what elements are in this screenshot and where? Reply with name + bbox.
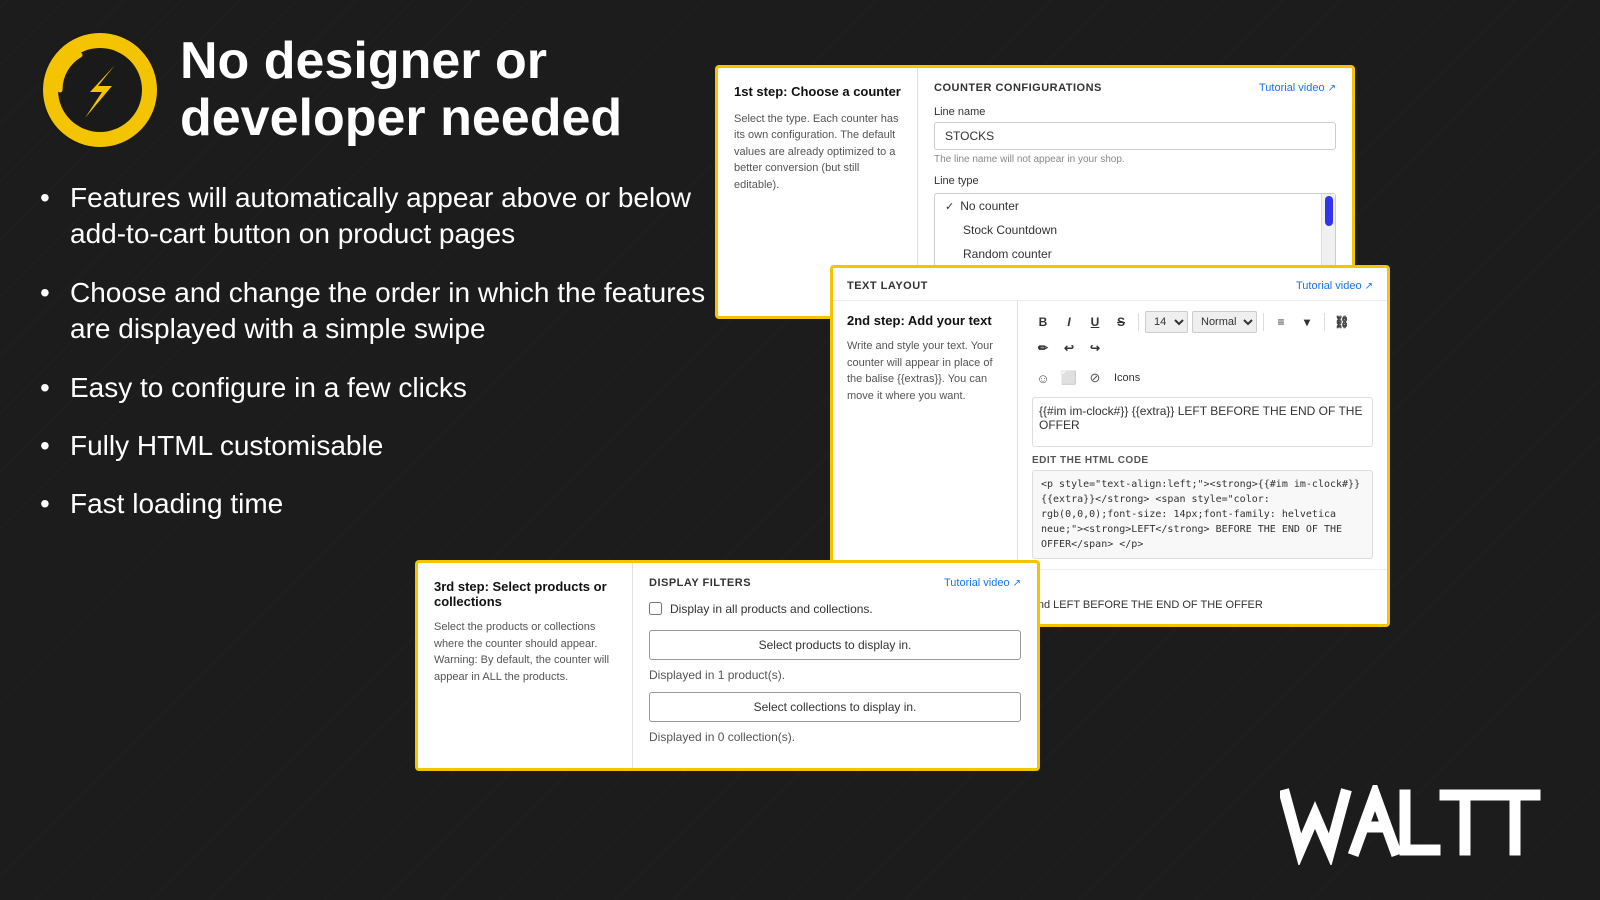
icon-toolbar-row: ☺ ⬜ ⊘ Icons (1032, 367, 1373, 389)
waltt-logo (1280, 785, 1560, 870)
scrollbar-thumb (1325, 196, 1333, 226)
line-type-random-counter[interactable]: Random counter (935, 242, 1335, 266)
toolbar-divider-3 (1324, 313, 1325, 331)
emoji-icon[interactable]: ☺ (1032, 367, 1054, 389)
panel1-step-description: Select the type. Each counter has its ow… (734, 111, 901, 194)
panel2-body: 2nd step: Add your text Write and style … (833, 301, 1387, 569)
panel1-step-label: 1st step: Choose a counter (734, 84, 901, 101)
line-name-hint: The line name will not appear in your sh… (934, 154, 1336, 165)
panel3-right: DISPLAY FILTERS Tutorial video Display i… (633, 563, 1037, 768)
undo-button[interactable]: ↩ (1058, 337, 1080, 359)
toolbar-divider-2 (1263, 313, 1264, 331)
redo-button[interactable]: ↪ (1084, 337, 1106, 359)
panel1-section-title: COUNTER CONFIGURATIONS (934, 82, 1102, 94)
logo-title-row: No designer or developer needed (40, 30, 720, 150)
main-title: No designer or developer needed (180, 33, 622, 147)
text-editor[interactable]: {{#im im-clock#}} {{extra}} LEFT BEFORE … (1032, 397, 1373, 447)
list-item: Choose and change the order in which the… (40, 275, 720, 348)
panel3-step-description: Select the products or collections where… (434, 619, 616, 685)
align-dropdown-button[interactable]: ▾ (1296, 311, 1318, 333)
line-name-label: Line name (934, 106, 1336, 118)
products-count: Displayed in 1 product(s). (649, 668, 1021, 682)
display-all-row: Display in all products and collections. (649, 601, 1021, 618)
select-products-button[interactable]: Select products to display in. (649, 630, 1021, 660)
display-filter-header: DISPLAY FILTERS Tutorial video (649, 577, 1021, 589)
strikethrough-button[interactable]: S (1110, 311, 1132, 333)
list-item: Easy to configure in a few clicks (40, 370, 720, 406)
feature-list: Features will automatically appear above… (40, 180, 720, 523)
list-item: Fully HTML customisable (40, 428, 720, 464)
display-all-checkbox[interactable] (649, 602, 662, 615)
waltt-logo-svg (1280, 785, 1560, 865)
page-content: No designer or developer needed Features… (0, 0, 1600, 900)
app-logo (40, 30, 160, 150)
panel2-left: 2nd step: Add your text Write and style … (833, 301, 1018, 569)
italic-button[interactable]: I (1058, 311, 1080, 333)
panel2-right: B I U S 14 12 16 18 Normal Bold (1018, 301, 1387, 569)
edit-button[interactable]: ✏ (1032, 337, 1054, 359)
panel2-step-description: Write and style your text. Your counter … (847, 338, 1003, 404)
left-section: No designer or developer needed Features… (40, 30, 720, 545)
panel1-tutorial-link[interactable]: Tutorial video (1259, 82, 1336, 94)
select-collections-button[interactable]: Select collections to display in. (649, 692, 1021, 722)
panel3-left: 3rd step: Select products or collections… (418, 563, 633, 768)
code-icon[interactable]: ⊘ (1084, 367, 1106, 389)
panel1-header: COUNTER CONFIGURATIONS Tutorial video (934, 82, 1336, 94)
panel3-tutorial-link[interactable]: Tutorial video (944, 577, 1021, 589)
display-all-label: Display in all products and collections. (670, 601, 873, 618)
list-item: Features will automatically appear above… (40, 180, 720, 253)
collections-count: Displayed in 0 collection(s). (649, 730, 1021, 744)
html-code-box[interactable]: <p style="text-align:left;"><strong>{{#i… (1032, 470, 1373, 559)
line-type-no-counter[interactable]: ✓ No counter (935, 194, 1335, 218)
panel-select-products: 3rd step: Select products or collections… (415, 560, 1040, 771)
panel2-section-title: TEXT LAYOUT (847, 280, 928, 292)
panel2-header: TEXT LAYOUT Tutorial video (833, 268, 1387, 301)
panel2-step-label: 2nd step: Add your text (847, 313, 1003, 328)
panel2-tutorial-link[interactable]: Tutorial video (1296, 280, 1373, 292)
line-name-group: Line name The line name will not appear … (934, 106, 1336, 165)
bold-button[interactable]: B (1032, 311, 1054, 333)
panel3-step-label: 3rd step: Select products or collections (434, 579, 616, 609)
line-type-label: Line type (934, 175, 1336, 187)
line-type-stock-countdown[interactable]: Stock Countdown (935, 218, 1335, 242)
html-code-section: EDIT THE HTML CODE <p style="text-align:… (1032, 455, 1373, 559)
html-code-label: EDIT THE HTML CODE (1032, 455, 1373, 466)
image-icon[interactable]: ⬜ (1058, 367, 1080, 389)
icons-label[interactable]: Icons (1114, 372, 1140, 384)
align-button[interactable]: ≡ (1270, 311, 1292, 333)
line-name-input[interactable] (934, 122, 1336, 150)
font-style-select[interactable]: Normal Bold (1192, 311, 1257, 333)
toolbar-divider (1138, 313, 1139, 331)
text-toolbar: B I U S 14 12 16 18 Normal Bold (1032, 311, 1373, 359)
font-size-select[interactable]: 14 12 16 18 (1145, 311, 1188, 333)
list-item: Fast loading time (40, 486, 720, 522)
display-filters-title: DISPLAY FILTERS (649, 577, 751, 589)
link-button[interactable]: ⛓ (1331, 311, 1353, 333)
underline-button[interactable]: U (1084, 311, 1106, 333)
